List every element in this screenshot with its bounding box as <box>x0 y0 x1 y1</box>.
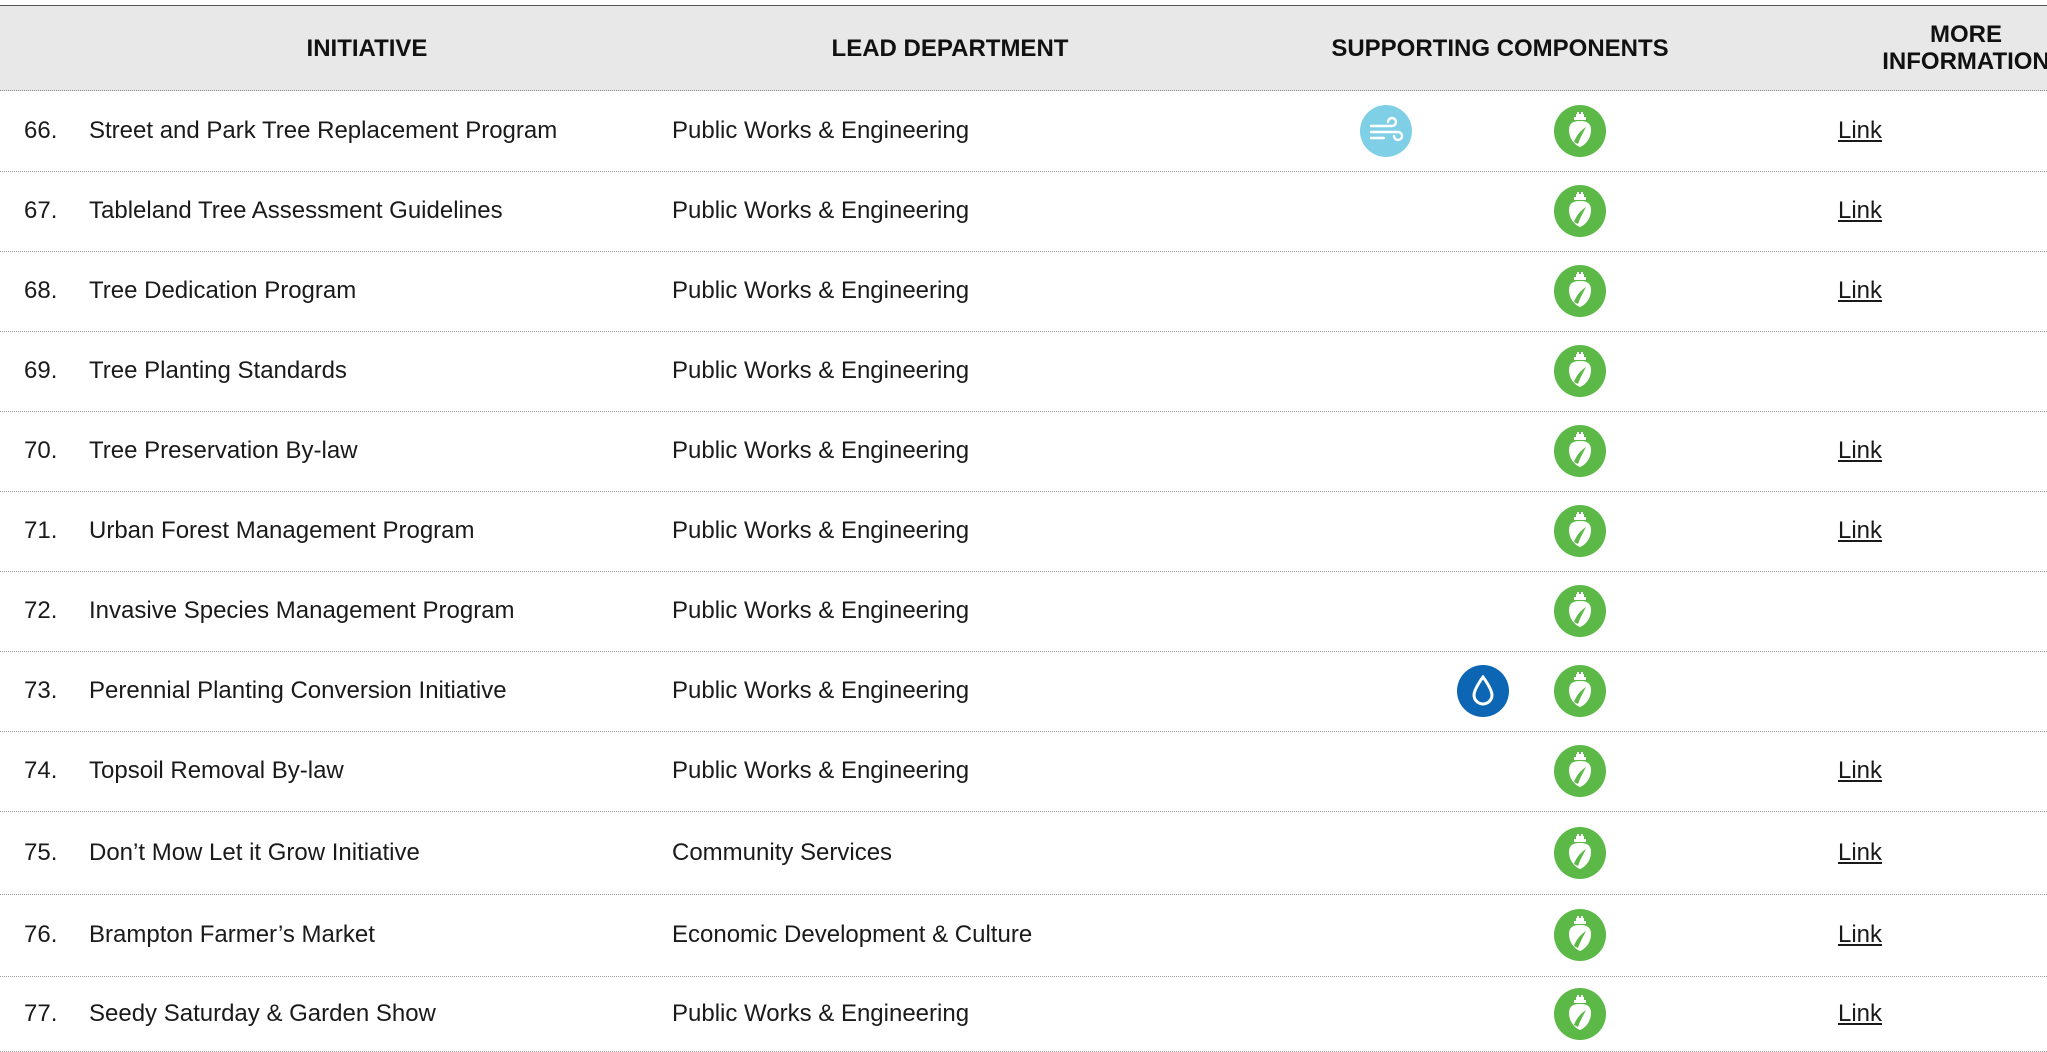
lead-department: Public Works & Engineering <box>672 999 970 1027</box>
lead-department: Public Works & Engineering <box>672 197 970 224</box>
table-header: INITIATIVE LEAD DEPARTMENT SUPPORTING CO… <box>0 6 2047 91</box>
green-infrastructure-icon <box>1554 665 1606 717</box>
more-info-link[interactable]: Link <box>1838 411 1882 491</box>
water-drop-icon <box>1457 665 1509 717</box>
row-number: 72. <box>24 597 58 624</box>
table-row: 71. Urban Forest Management Program Public… <box>0 491 2047 572</box>
header-initiative: INITIATIVE <box>306 34 428 62</box>
row-number: 67. <box>24 197 58 224</box>
more-info-link[interactable]: Link <box>1838 91 1882 171</box>
row-number: 77. <box>24 999 58 1027</box>
row-number: 66. <box>24 117 58 144</box>
row-number: 75. <box>24 838 58 866</box>
row-number: 73. <box>24 677 58 704</box>
row-number: 71. <box>24 517 58 544</box>
row-number: 68. <box>24 277 58 304</box>
row-number: 74. <box>24 757 58 784</box>
table-row: 68. Tree Dedication Program Public Works &… <box>0 251 2047 332</box>
more-info-link[interactable]: Link <box>1838 171 1882 251</box>
initiative-name: Tree Planting Standards <box>89 357 347 384</box>
row-number: 76. <box>24 921 58 948</box>
table-row: 70. Tree Preservation By-law Public Works … <box>0 411 2047 492</box>
initiative-name: Tableland Tree Assessment Guidelines <box>89 197 503 224</box>
green-infrastructure-icon <box>1554 105 1606 157</box>
lead-department: Public Works & Engineering <box>672 597 970 624</box>
more-info-link[interactable]: Link <box>1838 894 1882 976</box>
more-info-link[interactable]: Link <box>1838 976 1882 1051</box>
row-number: 70. <box>24 437 58 464</box>
green-infrastructure-icon <box>1554 345 1606 397</box>
more-info-link[interactable]: Link <box>1838 491 1882 571</box>
lead-department: Public Works & Engineering <box>672 517 970 544</box>
more-info-link[interactable]: Link <box>1838 251 1882 331</box>
lead-department: Community Services <box>672 838 893 866</box>
green-infrastructure-icon <box>1554 265 1606 317</box>
table-row: 76. Brampton Farmer’s Market Economic Deve… <box>0 894 2047 977</box>
row-number: 69. <box>24 357 58 384</box>
header-supporting-components: SUPPORTING COMPONENTS <box>1331 34 1669 62</box>
initiative-name: Invasive Species Management Program <box>89 597 515 624</box>
initiative-name: Tree Dedication Program <box>89 277 357 304</box>
initiative-name: Perennial Planting Conversion Initiative <box>89 677 507 704</box>
table-row: 72. Invasive Species Management Program Pu… <box>0 571 2047 652</box>
initiative-name: Street and Park Tree Replacement Program <box>89 117 558 144</box>
header-lead-department: LEAD DEPARTMENT <box>831 34 1069 62</box>
table-row: 74. Topsoil Removal By-law Public Works & … <box>0 731 2047 812</box>
header-more-line1: MORE <box>1930 21 2002 48</box>
initiative-name: Brampton Farmer’s Market <box>89 921 375 948</box>
initiative-name: Urban Forest Management Program <box>89 517 475 544</box>
table-row: 67. Tableland Tree Assessment Guidelines P… <box>0 171 2047 252</box>
lead-department: Public Works & Engineering <box>672 277 970 304</box>
green-infrastructure-icon <box>1554 425 1606 477</box>
initiative-name: Topsoil Removal By-law <box>89 757 344 784</box>
initiative-name: Don’t Mow Let it Grow Initiative <box>89 838 420 866</box>
header-more-information: MORE INFORMATION <box>1882 6 2047 90</box>
initiative-name: Tree Preservation By-law <box>89 437 358 464</box>
green-infrastructure-icon <box>1554 185 1606 237</box>
air-wind-icon <box>1360 105 1412 157</box>
more-info-link[interactable]: Link <box>1838 731 1882 811</box>
green-infrastructure-icon <box>1554 988 1606 1040</box>
green-infrastructure-icon <box>1554 827 1606 879</box>
lead-department: Public Works & Engineering <box>672 437 970 464</box>
lead-department: Public Works & Engineering <box>672 677 970 704</box>
more-info-link[interactable]: Link <box>1838 811 1882 894</box>
green-infrastructure-icon <box>1554 505 1606 557</box>
table-row: 75. Don’t Mow Let it Grow Initiative Commu… <box>0 811 2047 895</box>
table-row: 73. Perennial Planting Conversion Initiat… <box>0 651 2047 732</box>
table-row: 69. Tree Planting Standards Public Works &… <box>0 331 2047 412</box>
green-infrastructure-icon <box>1554 585 1606 637</box>
green-infrastructure-icon <box>1554 745 1606 797</box>
table-row: 66. Street and Park Tree Replacement Prog… <box>0 91 2047 172</box>
lead-department: Public Works & Engineering <box>672 117 970 144</box>
initiatives-table-page: INITIATIVE LEAD DEPARTMENT SUPPORTING CO… <box>0 0 2047 1052</box>
initiative-name: Seedy Saturday & Garden Show <box>89 999 436 1027</box>
green-infrastructure-icon <box>1554 909 1606 961</box>
lead-department: Public Works & Engineering <box>672 357 970 384</box>
header-more-line2: INFORMATION <box>1882 48 2047 75</box>
lead-department: Public Works & Engineering <box>672 757 970 784</box>
lead-department: Economic Development & Culture <box>672 921 1033 948</box>
table-row: 77. Seedy Saturday & Garden Show Public Wo… <box>0 976 2047 1052</box>
